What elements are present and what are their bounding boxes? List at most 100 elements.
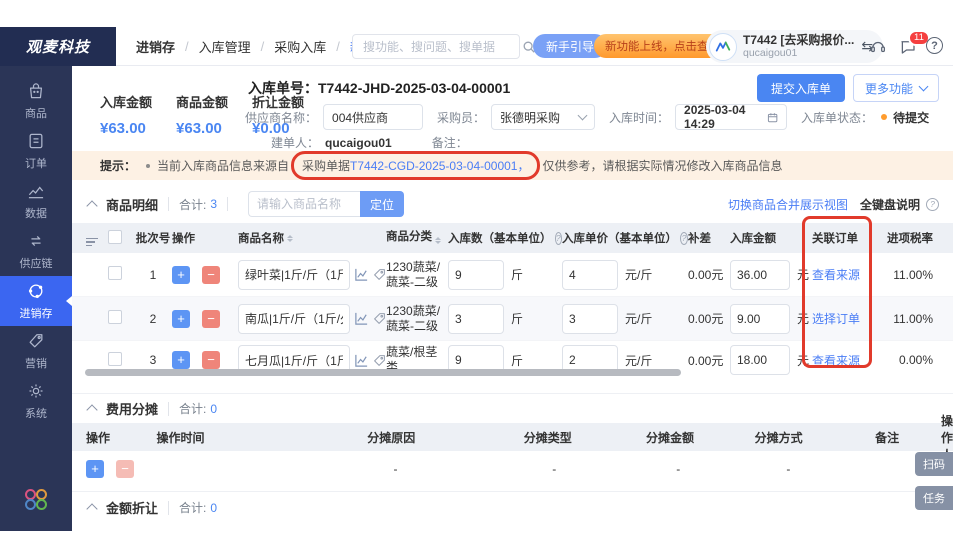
inbound-time-input[interactable]: 2025-03-04 14:29 <box>675 104 787 130</box>
sidebar-item-inventory[interactable]: 进销存 <box>0 276 72 326</box>
add-row-button[interactable] <box>172 310 190 328</box>
divider <box>168 501 169 515</box>
price-trend-icon[interactable] <box>354 267 369 282</box>
switch-view-link[interactable]: 切换商品合并展示视图 <box>728 196 848 213</box>
inventory-network-icon <box>26 281 46 301</box>
amount-input[interactable] <box>730 304 790 334</box>
products-section-header: 商品明细 合计: 3 定位 切换商品合并展示视图 全键盘说明 <box>72 185 953 223</box>
fee-col-remark: 备注 <box>833 429 941 446</box>
sidebar-item-marketing[interactable]: 营销 <box>0 326 72 376</box>
order-select-link[interactable]: 选择订单 <box>812 312 860 326</box>
products-title: 商品明细 <box>106 195 158 214</box>
qty-input[interactable] <box>448 304 504 334</box>
diff-value: 0.00元 <box>688 352 730 369</box>
select-all-checkbox[interactable] <box>108 230 122 244</box>
breadcrumb-item-warehouse[interactable]: 入库管理 <box>199 37 251 56</box>
remove-row-button[interactable] <box>202 266 220 284</box>
divider <box>168 402 169 416</box>
col-diff: 补差 <box>688 230 730 246</box>
creator-label: 建单人： <box>271 134 319 151</box>
scan-button[interactable]: 扫码 <box>915 452 953 476</box>
support-headset-icon[interactable] <box>868 37 887 56</box>
remark-label: 备注： <box>432 134 468 151</box>
add-row-button[interactable] <box>172 351 190 369</box>
more-menu-icon[interactable] <box>945 37 953 56</box>
col-tax: 进项税率 <box>866 230 953 246</box>
horizontal-scrollbar-thumb[interactable] <box>85 369 681 376</box>
tag-icon[interactable] <box>373 354 386 367</box>
sidebar-item-goods[interactable]: 商品 <box>0 76 72 126</box>
source-doc-prefix: 采购单据 <box>302 157 350 174</box>
product-search-input[interactable] <box>248 191 360 217</box>
search-input[interactable] <box>353 40 522 54</box>
price-trend-icon[interactable] <box>354 353 369 368</box>
price-input[interactable] <box>562 304 618 334</box>
divider <box>227 197 228 211</box>
locate-button[interactable]: 定位 <box>360 191 404 217</box>
add-row-button[interactable] <box>172 266 190 284</box>
row-checkbox[interactable] <box>108 352 122 366</box>
remove-row-button[interactable] <box>202 310 220 328</box>
task-button[interactable]: 任务 <box>915 486 953 510</box>
fee-reason-empty: - <box>306 462 485 476</box>
fee-table-header: 操作 操作时间 分摊原因 分摊类型 分摊金额 分摊方式 备注 操作人 <box>72 423 953 451</box>
help-circle-icon[interactable] <box>680 232 688 245</box>
sort-icon[interactable] <box>287 232 293 245</box>
buyer-label: 采购员： <box>437 109 485 126</box>
help-circle-icon[interactable] <box>555 232 563 245</box>
col-name[interactable]: 商品名称 <box>238 230 386 246</box>
breadcrumb-item-purchase-in[interactable]: 采购入库 <box>274 37 326 56</box>
price-unit: 元/斤 <box>625 266 652 283</box>
sidebar-item-system[interactable]: 系统 <box>0 376 72 426</box>
fee-col-ops: 操作 <box>86 429 156 446</box>
row-checkbox[interactable] <box>108 266 122 280</box>
keyboard-guide-label: 全键盘说明 <box>860 196 920 213</box>
col-category[interactable]: 商品分类 <box>386 230 448 247</box>
order-source-link[interactable]: 查看来源 <box>812 268 860 282</box>
collapse-chevron-icon[interactable] <box>86 200 97 211</box>
product-name-input[interactable] <box>238 260 350 290</box>
collapse-chevron-icon[interactable] <box>86 503 97 514</box>
price-trend-icon[interactable] <box>354 311 369 326</box>
sidebar-item-supply-chain[interactable]: 供应链 <box>0 226 72 276</box>
tag-icon[interactable] <box>373 312 386 325</box>
col-qty: 入库数（基本单位） <box>448 230 562 246</box>
sort-icon[interactable] <box>435 234 441 247</box>
fee-col-method: 分摊方式 <box>724 429 834 446</box>
amount-input[interactable] <box>730 345 790 375</box>
remove-row-button[interactable] <box>202 351 220 369</box>
products-total-value: 3 <box>210 197 217 211</box>
collapse-chevron-icon[interactable] <box>86 404 97 415</box>
marketing-tag-icon <box>26 331 46 351</box>
user-chip[interactable]: T7442 [去采购报价... qucaigou01 <box>706 30 883 63</box>
submit-inbound-button[interactable]: 提交入库单 <box>757 74 845 102</box>
row-checkbox[interactable] <box>108 310 122 324</box>
amount-input[interactable] <box>730 260 790 290</box>
keyboard-guide-link[interactable]: 全键盘说明 <box>860 196 939 213</box>
col-amount: 入库金额 <box>730 230 812 246</box>
add-fee-button[interactable] <box>86 460 104 478</box>
tag-icon[interactable] <box>373 268 386 281</box>
qty-unit: 斤 <box>511 266 523 283</box>
breadcrumb-separator <box>185 39 189 54</box>
column-config-icon[interactable] <box>86 230 108 246</box>
source-doc-link[interactable]: T7442-CGD-2025-03-04-00001， <box>350 157 529 174</box>
sidebar-item-label: 订单 <box>25 155 47 171</box>
sidebar-item-data[interactable]: 数据 <box>0 176 72 226</box>
more-actions-button[interactable]: 更多功能 <box>853 74 939 102</box>
order-number-value: T7442-JHD-2025-03-04-00001 <box>318 80 510 96</box>
supplier-input[interactable] <box>323 104 423 130</box>
product-name-input[interactable] <box>238 304 350 334</box>
remove-fee-button-disabled[interactable] <box>116 460 134 478</box>
breadcrumb-item-root[interactable]: 进销存 <box>136 37 175 56</box>
sidebar-item-orders[interactable]: 订单 <box>0 126 72 176</box>
buyer-select[interactable]: 张德明采购 <box>491 104 595 130</box>
price-input[interactable] <box>562 260 618 290</box>
calendar-icon <box>767 111 778 124</box>
qty-input[interactable] <box>448 260 504 290</box>
order-source-link[interactable]: 查看来源 <box>812 354 860 368</box>
help-icon[interactable] <box>926 37 943 54</box>
messages-icon[interactable]: 11 <box>898 37 917 56</box>
amount-unit: 元 <box>797 310 809 327</box>
hint-prefix: 提示： <box>100 157 136 174</box>
